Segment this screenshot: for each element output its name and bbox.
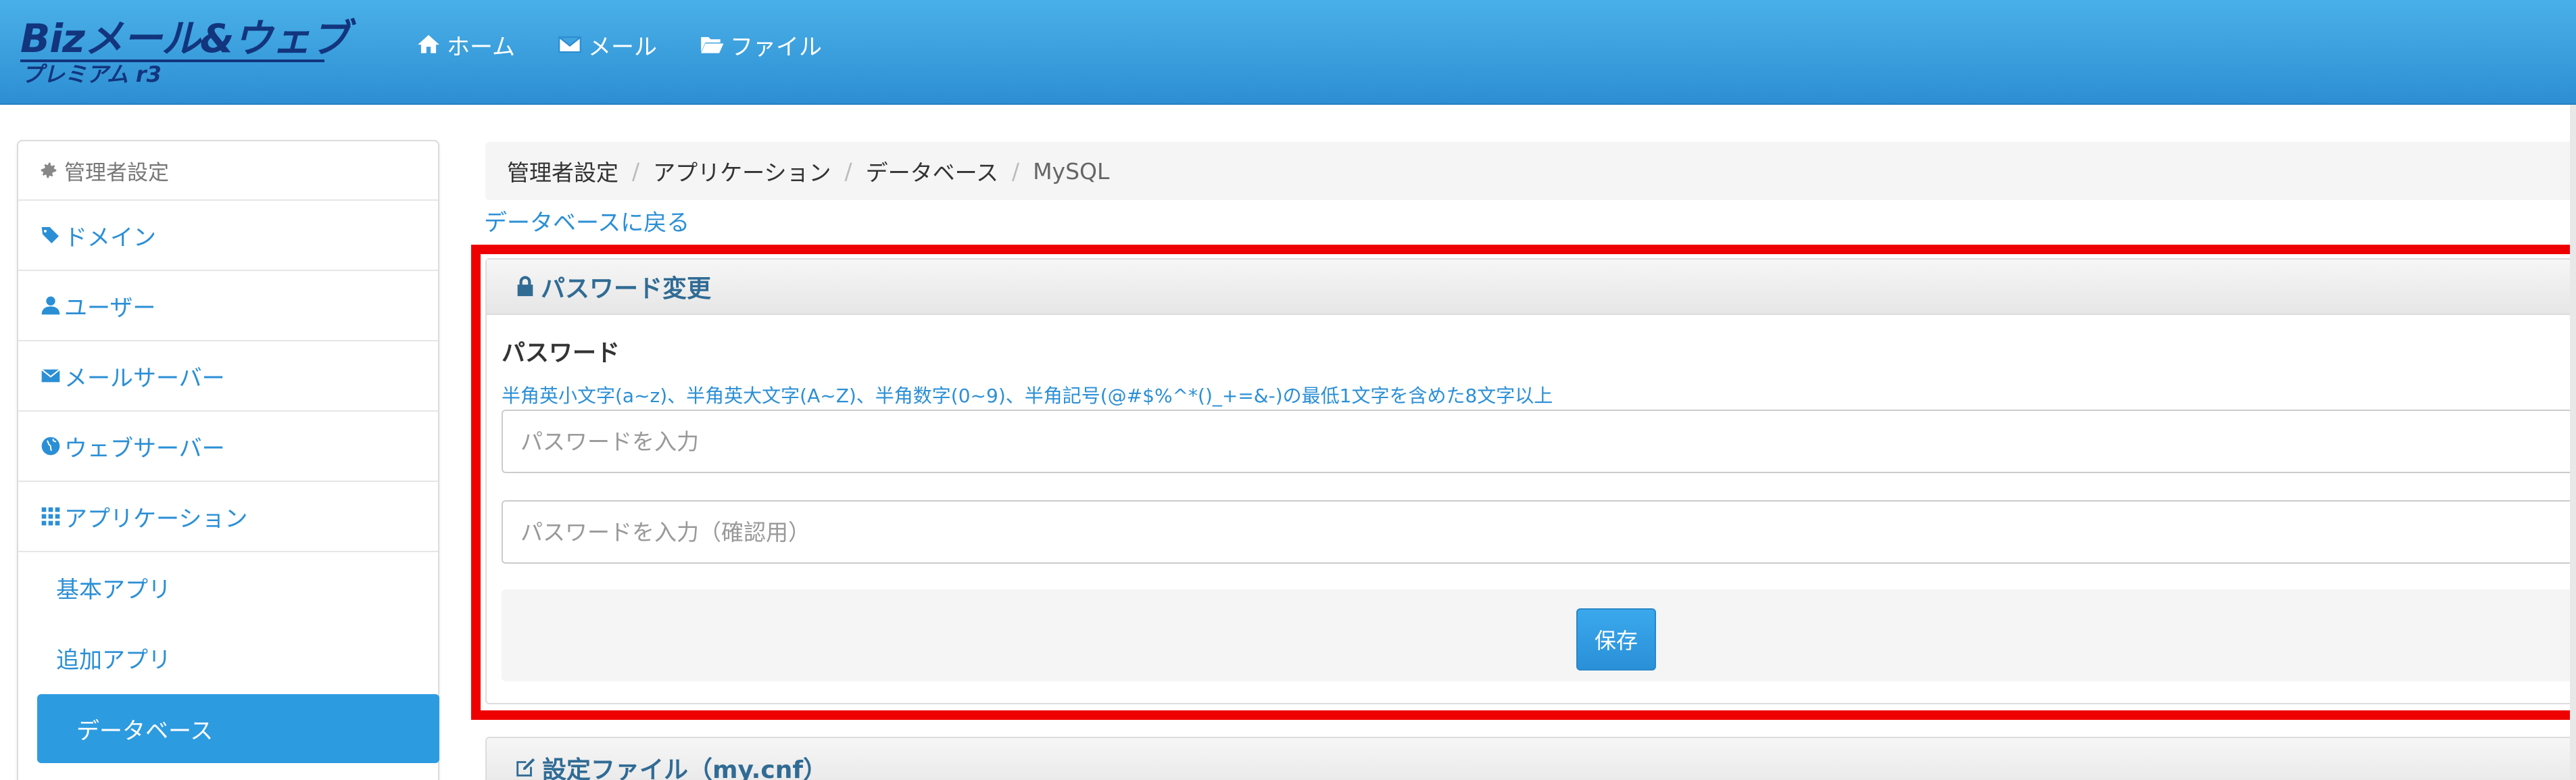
sidebar-subitem-additional-apps[interactable]: 追加アプリ (18, 623, 438, 693)
sidebar-header-label: 管理者設定 (64, 160, 169, 185)
breadcrumb: 管理者設定 / アプリケーション / データベース / MySQL (485, 142, 2576, 200)
sidebar-item-label: ウェブサーバー (64, 435, 225, 462)
main-nav: ホーム メール ファイル (416, 24, 864, 65)
envelope-icon (41, 368, 60, 383)
sidebar-item-applications[interactable]: アプリケーション (18, 482, 438, 552)
sidebar-item-domain[interactable]: ドメイン (18, 201, 438, 271)
breadcrumb-item-applications[interactable]: アプリケーション (653, 155, 831, 187)
sidebar-item-label: ドメイン (64, 224, 156, 251)
nav-home-label: ホーム (447, 33, 515, 61)
nav-mail[interactable]: メール (557, 28, 657, 62)
sidebar-subitem-label: 基本アプリ (56, 576, 171, 604)
user-icon (41, 296, 60, 315)
nav-mail-label: メール (587, 33, 657, 61)
breadcrumb-item-admin[interactable]: 管理者設定 (507, 155, 618, 187)
logo[interactable]: Bizメール&ウェブ プレミアム r3 (20, 14, 349, 95)
sidebar-subitem-database-active[interactable]: データベース (37, 694, 439, 763)
logo-sub-text: プレミアム r3 (22, 62, 162, 87)
home-icon (418, 34, 439, 53)
breadcrumb-item-mysql: MySQL (1033, 157, 1110, 185)
sidebar-item-label: ユーザー (64, 294, 156, 322)
highlight-annotation (471, 245, 2576, 720)
sidebar-item-user[interactable]: ユーザー (18, 271, 438, 341)
sidebar-header: 管理者設定 (18, 141, 438, 201)
breadcrumb-separator: / (844, 157, 852, 185)
nav-file[interactable]: ファイル (699, 28, 822, 62)
sidebar-subitem-label: 追加アプリ (56, 646, 171, 674)
config-file-panel: 設定ファイル（my.cnf） (485, 737, 2576, 780)
folder-open-icon (701, 36, 724, 53)
sidebar-item-mail-server[interactable]: メールサーバー (18, 341, 438, 412)
globe-icon (41, 437, 60, 456)
sidebar-subitem-basic-apps[interactable]: 基本アプリ (18, 552, 438, 623)
tags-icon (41, 227, 59, 243)
edit-icon (516, 758, 535, 777)
back-to-database-link[interactable]: データベースに戻る (484, 204, 689, 237)
sidebar-item-web-server[interactable]: ウェブサーバー (18, 412, 438, 482)
sidebar-subitem-label: データベース (76, 717, 214, 745)
sidebar-item-label: メールサーバー (64, 364, 225, 392)
nav-file-label: ファイル (729, 33, 822, 61)
top-header: Bizメール&ウェブ プレミアム r3 ホーム メール ファイル (0, 0, 2576, 105)
breadcrumb-separator: / (1011, 157, 1020, 185)
scrollbar-track[interactable] (2570, 105, 2576, 780)
gear-icon (41, 162, 57, 178)
logo-main-text: Bizメール&ウェブ (20, 16, 349, 62)
sidebar-item-label: アプリケーション (64, 505, 248, 533)
envelope-icon (558, 36, 582, 53)
breadcrumb-separator: / (632, 157, 640, 185)
config-panel-title: 設定ファイル（my.cnf） (542, 756, 827, 780)
grid-icon (41, 507, 60, 526)
config-panel-heading: 設定ファイル（my.cnf） (514, 750, 827, 780)
breadcrumb-item-database[interactable]: データベース (866, 155, 998, 187)
sidebar: 管理者設定 ドメイン ユーザー メールサーバー ウェブサーバー アプリケーション… (17, 140, 439, 780)
nav-home[interactable]: ホーム (416, 28, 515, 62)
